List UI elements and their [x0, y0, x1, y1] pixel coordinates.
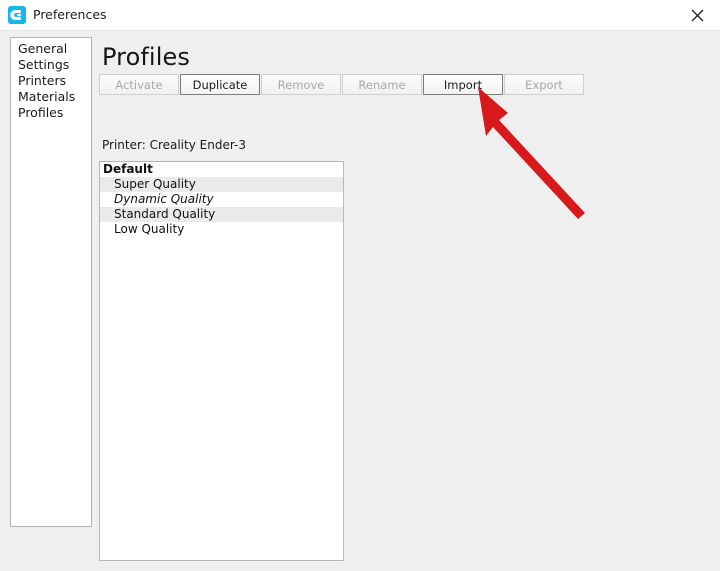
page-title: Profiles [102, 43, 190, 71]
list-item[interactable]: Dynamic Quality [100, 192, 343, 207]
list-item[interactable]: Low Quality [100, 222, 343, 237]
window-title: Preferences [33, 7, 107, 22]
window-body: General Settings Printers Materials Prof… [0, 30, 720, 571]
sidebar-item-profiles[interactable]: Profiles [11, 105, 91, 121]
export-button[interactable]: Export [504, 74, 584, 95]
rename-button[interactable]: Rename [342, 74, 422, 95]
sidebar-item-general[interactable]: General [11, 41, 91, 57]
profile-toolbar: Activate Duplicate Remove Rename Import … [99, 74, 585, 95]
list-item[interactable]: Standard Quality [100, 207, 343, 222]
title-bar: Preferences [0, 0, 720, 30]
cura-icon [8, 6, 26, 24]
panel-divider [343, 161, 344, 561]
preferences-window: Preferences General Settings Printers Ma… [0, 0, 720, 571]
duplicate-button[interactable]: Duplicate [180, 74, 260, 95]
list-item[interactable]: Super Quality [100, 177, 343, 192]
import-button[interactable]: Import [423, 74, 503, 95]
printer-label: Printer: Creality Ender-3 [102, 138, 246, 152]
sidebar-item-materials[interactable]: Materials [11, 89, 91, 105]
profile-list[interactable]: Default Super Quality Dynamic Quality St… [99, 161, 344, 561]
main-panel: Profiles Activate Duplicate Remove Renam… [98, 31, 720, 571]
activate-button[interactable]: Activate [99, 74, 179, 95]
sidebar-item-settings[interactable]: Settings [11, 57, 91, 73]
list-item-group[interactable]: Default [100, 162, 343, 177]
category-sidebar[interactable]: General Settings Printers Materials Prof… [10, 37, 92, 527]
close-icon[interactable] [674, 0, 720, 30]
sidebar-item-printers[interactable]: Printers [11, 73, 91, 89]
remove-button[interactable]: Remove [261, 74, 341, 95]
